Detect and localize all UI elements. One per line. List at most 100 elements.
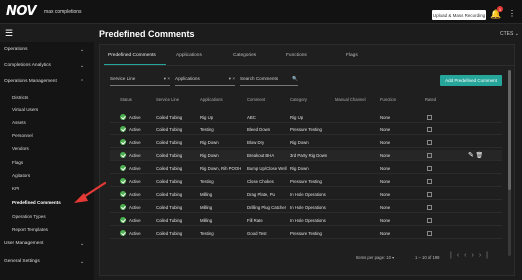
column-header-function[interactable]: Function	[380, 97, 396, 102]
table-row[interactable]: Active Coiled Tubing Milling Drilling Plug …	[110, 202, 502, 213]
column-header-applications[interactable]: Applications	[200, 97, 223, 102]
rated-checkbox[interactable]	[427, 231, 432, 236]
cell-category: Pressure Testing	[290, 231, 322, 236]
status-check-icon	[120, 126, 126, 132]
sidebar-item-completions-analytics[interactable]: Completions Analytics ⌄	[0, 63, 94, 69]
sidebar-subitem-kpi[interactable]: KPI	[12, 186, 19, 191]
sidebar-item-operations[interactable]: Operations ⌄	[0, 47, 94, 53]
hamburger-icon[interactable]: ☰	[5, 28, 13, 39]
table-row[interactable]: Active Coiled Tubing Rig Up ABC Rig Up None	[110, 112, 502, 123]
status-check-icon	[120, 165, 126, 171]
sidebar-subitem-assets[interactable]: Assets	[12, 120, 26, 125]
chevron-down-icon: ⌄	[80, 259, 85, 265]
cell-function: None	[380, 218, 391, 223]
cell-service-line: Coiled Tubing	[156, 205, 183, 210]
table-row[interactable]: Active Coiled Tubing Rig Down Blow Dry Rig D…	[110, 137, 502, 148]
cell-applications: Milling	[200, 192, 213, 197]
column-header-status[interactable]: Status	[120, 97, 132, 102]
tab-categories[interactable]: Categories	[233, 53, 256, 58]
cell-applications: Testing	[200, 231, 214, 236]
row-actions: ✎ 🗑	[468, 151, 483, 159]
cell-status: Active	[129, 115, 141, 120]
sidebar-subitem-districts[interactable]: Districts	[12, 95, 28, 100]
tab-applications[interactable]: Applications	[176, 53, 202, 58]
cell-category: Rig Up	[290, 115, 304, 120]
kebab-menu-icon[interactable]: ⋮	[508, 9, 516, 18]
sidebar-item-label: User Management	[4, 241, 44, 246]
tab-predefined-comments[interactable]: Predefined Comments	[108, 53, 156, 58]
chevron-down-icon: ⌄	[80, 47, 85, 53]
tab-flags[interactable]: Flags	[346, 53, 358, 58]
rated-checkbox[interactable]	[427, 218, 432, 223]
trash-icon[interactable]: 🗑	[474, 153, 484, 159]
table-row[interactable]: Active Coiled Tubing Milling Fill Rate In Ho…	[110, 215, 502, 226]
first-page-icon[interactable]: |‹	[450, 252, 464, 259]
table-row[interactable]: Active Coiled Tubing Testing Bleed Down Pres…	[110, 124, 502, 135]
add-predefined-comment-button[interactable]: Add Predefined Comment	[440, 75, 502, 86]
last-page-icon[interactable]: ›|	[479, 252, 493, 259]
items-per-page-value: 10	[386, 255, 391, 260]
search-input[interactable]: Search Comments 🔍	[240, 76, 298, 86]
column-header-comment[interactable]: Comment	[247, 97, 265, 102]
cell-service-line: Coiled Tubing	[156, 140, 183, 145]
logo[interactable]: NOV	[6, 4, 37, 19]
tab-functions[interactable]: Functions	[286, 53, 307, 58]
cell-applications: Milling	[200, 218, 213, 223]
service-line-filter[interactable]: Service Line ▾ ×	[110, 76, 170, 86]
next-page-icon[interactable]: ›	[472, 252, 479, 259]
sidebar-item-operations-management[interactable]: Operations Management ⌃	[0, 79, 94, 85]
sidebar-item-label: Operations	[4, 47, 28, 52]
sidebar-subitem-predefined-comments[interactable]: Predefined Comments	[12, 200, 61, 205]
user-menu[interactable]: CTES ⌄	[500, 31, 519, 37]
table-row[interactable]: Active Coiled Tubing Testing Close Chokes Pr…	[110, 176, 502, 187]
cell-function: None	[380, 127, 391, 132]
cell-comment: ABC	[247, 115, 256, 120]
column-header-category[interactable]: Category	[290, 97, 307, 102]
sidebar-subitem-virtual-users[interactable]: Virtual Users	[12, 107, 38, 112]
sidebar-subitem-vendors[interactable]: Vendors	[12, 146, 29, 151]
cell-function: None	[380, 192, 391, 197]
rated-checkbox[interactable]	[427, 127, 432, 132]
column-header-service-line[interactable]: Service Line	[156, 97, 179, 102]
upload-button[interactable]: Upload & Mass Recording	[432, 10, 486, 20]
chevron-up-icon: ⌃	[80, 79, 85, 85]
table-row[interactable]: Active Coiled Tubing Milling Drag Plate, Pu…	[110, 189, 502, 200]
scrollbar-thumb[interactable]	[508, 70, 511, 190]
service-line-placeholder: Service Line	[110, 76, 136, 81]
cell-status: Active	[129, 140, 141, 145]
sidebar-item-user-management[interactable]: User Management ⌄	[0, 241, 94, 247]
status-check-icon	[120, 152, 126, 158]
table-row[interactable]: Active Coiled Tubing Rig Down Breakout BHA 3…	[110, 150, 502, 161]
table-row[interactable]: Active Coiled Tubing Rig Down, Rih POOH Bum…	[110, 163, 502, 174]
cell-applications: Rig Down	[200, 153, 219, 158]
company-name: max completions	[44, 8, 82, 15]
sidebar-subitem-flags[interactable]: Flags	[12, 160, 23, 165]
rated-checkbox[interactable]	[427, 115, 432, 120]
rated-checkbox[interactable]	[427, 166, 432, 171]
cell-category: Pressure Testing	[290, 127, 322, 132]
table-header: Status Service Line Applications Comment…	[110, 97, 500, 105]
column-header-rated[interactable]: Rated	[425, 97, 436, 102]
applications-filter[interactable]: Applications ▾ ×	[175, 76, 235, 86]
items-per-page[interactable]: Items per page: 10 ▾	[356, 255, 394, 260]
sidebar-subitem-agitators[interactable]: Agitators	[12, 173, 30, 178]
rated-checkbox[interactable]	[427, 205, 432, 210]
status-check-icon	[120, 114, 126, 120]
sidebar-subitem-report-templates[interactable]: Report Templates	[12, 227, 48, 232]
cell-service-line: Coiled Tubing	[156, 218, 183, 223]
rated-checkbox[interactable]	[427, 179, 432, 184]
rated-checkbox[interactable]	[427, 192, 432, 197]
sidebar-subitem-personnel[interactable]: Personnel	[12, 133, 33, 138]
column-header-manual-channel[interactable]: Manual Channel	[335, 97, 366, 102]
dropdown-clear-icons: ▾ ×	[228, 76, 235, 81]
sidebar-subitem-operation-types[interactable]: Operation Types	[12, 214, 46, 219]
rated-checkbox[interactable]	[427, 140, 432, 145]
cell-comment: Good Test	[247, 231, 267, 236]
cell-comment: Close Chokes	[247, 179, 274, 184]
sidebar-item-general-settings[interactable]: General Settings ⌄	[0, 259, 94, 265]
cell-applications: Testing	[200, 179, 214, 184]
sub-header	[0, 24, 522, 42]
table-row[interactable]: Active Coiled Tubing Testing Good Test Press…	[110, 228, 502, 239]
prev-page-icon[interactable]: ‹	[464, 252, 471, 259]
rated-checkbox[interactable]	[427, 153, 432, 158]
